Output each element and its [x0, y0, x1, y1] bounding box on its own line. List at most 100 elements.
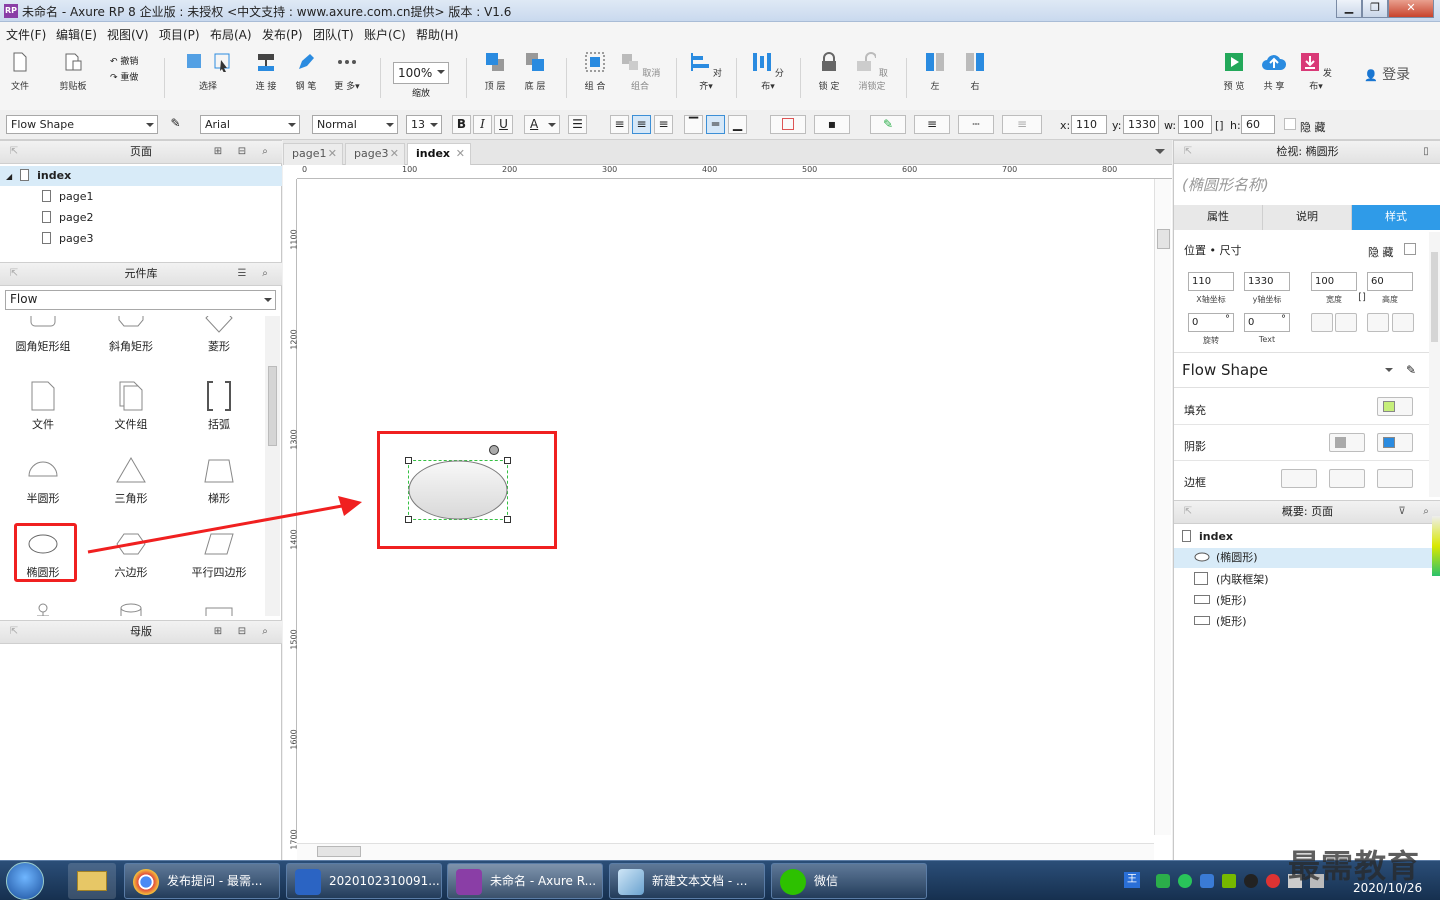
style-edit-icon[interactable]: ✎	[1406, 363, 1416, 377]
publish-button[interactable]: 发 布▾	[1300, 52, 1332, 92]
close-tab-icon[interactable]: ✕	[456, 144, 465, 164]
pen-tool-button[interactable]: 钢 笔	[293, 52, 319, 92]
file-explorer-icon[interactable]	[68, 863, 116, 899]
menu-help[interactable]: 帮助(H)	[416, 26, 458, 43]
search-icon[interactable]: ⌕	[259, 268, 271, 280]
ungroup-button[interactable]: 取消 组合	[618, 52, 662, 92]
tab-page3[interactable]: page3 ✕	[345, 143, 405, 165]
menu-layout[interactable]: 布局(A)	[210, 26, 252, 43]
filter-icon[interactable]: ⊽	[1396, 506, 1408, 518]
file-button[interactable]: 文件	[8, 52, 32, 92]
collapse-icon[interactable]: ⇱	[8, 146, 20, 158]
redo-button[interactable]: ↷ 重做	[110, 70, 138, 86]
taskbar-item-notepad[interactable]: 新建文本文档 - ...	[609, 863, 765, 899]
notes-icon[interactable]: ▯	[1420, 146, 1432, 158]
font-color-button[interactable]: A	[524, 115, 560, 134]
search-icon[interactable]: ⌕	[259, 146, 271, 158]
taskbar-item-wechat[interactable]: 微信	[771, 863, 927, 899]
tab-properties[interactable]: 属性	[1174, 205, 1263, 230]
outline-item-rect[interactable]: (矩形)	[1194, 592, 1247, 608]
font-size-select[interactable]: 13	[406, 115, 442, 134]
w-input[interactable]: 100	[1178, 115, 1212, 134]
flip-horizontal-button[interactable]	[1311, 313, 1333, 332]
italic-button[interactable]: I	[473, 115, 492, 134]
close-tab-icon[interactable]: ✕	[328, 144, 337, 164]
add-folder-icon[interactable]: ⊟	[236, 626, 248, 638]
flip-vertical-button[interactable]	[1335, 313, 1357, 332]
align-right-button[interactable]: ≡	[654, 115, 673, 134]
tray-qq-icon[interactable]	[1244, 874, 1258, 888]
resize-handle[interactable]	[405, 516, 412, 523]
taskbar-item-chrome[interactable]: 发布提问 - 最需...	[124, 863, 280, 899]
widget-document-group[interactable]: 文件组	[96, 380, 166, 432]
fit-width-button[interactable]	[1367, 313, 1389, 332]
widget-actor[interactable]	[8, 602, 78, 616]
add-folder-icon[interactable]: ⊟	[236, 146, 248, 158]
widget-rect[interactable]	[184, 602, 254, 616]
widget-semicircle[interactable]: 半圆形	[8, 454, 78, 506]
x-coordinate-input[interactable]: 110	[1188, 272, 1234, 291]
select-tool-button[interactable]: 选择	[180, 52, 236, 92]
rotate-handle-icon[interactable]	[489, 445, 499, 455]
add-master-icon[interactable]: ⊞	[212, 626, 224, 638]
width-input[interactable]: 100	[1311, 272, 1357, 291]
search-icon[interactable]: ⌕	[259, 626, 271, 638]
ime-icon[interactable]: 王	[1124, 872, 1140, 888]
library-select[interactable]: Flow	[5, 290, 276, 310]
canvas-vscroll[interactable]	[1154, 179, 1171, 835]
valign-bottom-button[interactable]: ▁	[728, 115, 747, 134]
search-icon[interactable]: ⌕	[1420, 506, 1432, 518]
tray-app-icon[interactable]	[1156, 874, 1170, 888]
menu-icon[interactable]: ☰	[236, 268, 248, 280]
widget-database[interactable]	[96, 602, 166, 616]
menu-project[interactable]: 项目(P)	[159, 26, 200, 43]
tray-nvidia-icon[interactable]	[1222, 874, 1236, 888]
y-input[interactable]: 1330	[1123, 115, 1159, 134]
collapse-icon[interactable]: ⇱	[8, 268, 20, 280]
menu-team[interactable]: 团队(T)	[313, 26, 354, 43]
tab-overflow-icon[interactable]	[1155, 149, 1165, 154]
close-button[interactable]: ✕	[1388, 0, 1434, 18]
align-left-button[interactable]: ≡	[610, 115, 629, 134]
scrollbar-thumb[interactable]	[1157, 229, 1170, 249]
start-button-icon[interactable]	[6, 862, 44, 900]
tray-shield-icon[interactable]	[1200, 874, 1214, 888]
widget-bevel-rect[interactable]: 斜角矩形	[96, 316, 166, 354]
h-input[interactable]: 60	[1241, 115, 1275, 134]
font-weight-select[interactable]: Normal	[312, 115, 398, 134]
arrow-style-button[interactable]: ≡	[1002, 115, 1042, 134]
border-width-picker[interactable]	[1281, 469, 1317, 488]
outline-scrollbar[interactable]	[1432, 516, 1440, 576]
height-input[interactable]: 60	[1367, 272, 1413, 291]
ellipse-selection[interactable]	[408, 460, 508, 520]
outer-shadow-picker[interactable]	[1329, 433, 1365, 452]
distribute-button[interactable]: 分 布▾	[752, 52, 784, 92]
align-button[interactable]: 对 齐▾	[690, 52, 722, 92]
inspector-scrollbar[interactable]	[1429, 232, 1440, 497]
hide-checkbox[interactable]	[1284, 118, 1296, 130]
collapse-icon[interactable]: ⇱	[8, 626, 20, 638]
unlock-button[interactable]: 取消锁定	[852, 52, 892, 92]
taskbar-item-word[interactable]: 2020102310091...	[286, 863, 442, 899]
scrollbar-thumb[interactable]	[1431, 252, 1438, 342]
outline-item-ellipse[interactable]: (椭圆形)	[1174, 548, 1432, 568]
font-family-select[interactable]: Arial	[200, 115, 300, 134]
more-tools-button[interactable]: 更 多▾	[332, 52, 362, 92]
canvas-hscroll[interactable]	[297, 843, 1154, 860]
line-style-button[interactable]: ┄	[958, 115, 994, 134]
outline-item-iframe[interactable]: (内联框架)	[1194, 571, 1269, 587]
x-input[interactable]: 110	[1071, 115, 1107, 134]
fill-color-picker[interactable]	[1377, 397, 1413, 416]
bullet-list-button[interactable]: ☰	[568, 115, 587, 134]
right-panel-toggle[interactable]: 右	[962, 52, 988, 92]
underline-button[interactable]: U	[494, 115, 513, 134]
align-center-button[interactable]: ≡	[632, 115, 651, 134]
taskbar-item-axure[interactable]: 未命名 - Axure R...	[447, 863, 603, 899]
bring-to-front-button[interactable]: 顶 层	[482, 52, 508, 92]
tab-style[interactable]: 样式	[1352, 205, 1440, 230]
outline-root[interactable]: index	[1182, 530, 1233, 543]
collapse-icon[interactable]: ⇱	[1182, 506, 1194, 518]
inner-shadow-picker[interactable]	[1377, 433, 1413, 452]
scrollbar-thumb[interactable]	[268, 366, 277, 446]
outline-item-rect[interactable]: (矩形)	[1194, 613, 1247, 629]
